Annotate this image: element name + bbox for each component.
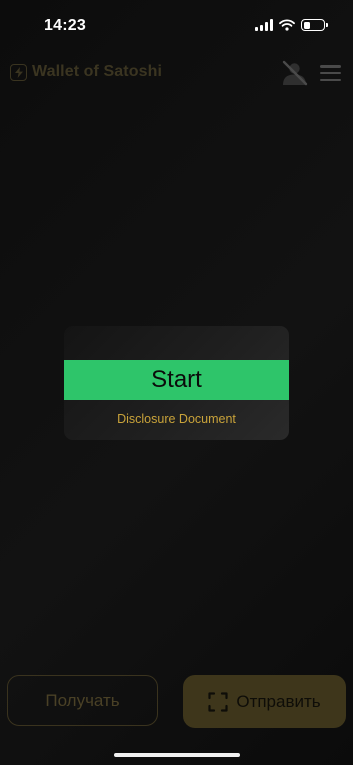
app-name: Wallet of Satoshi: [32, 63, 163, 80]
receive-button[interactable]: Получать: [7, 675, 158, 726]
cellular-signal-icon: [255, 19, 273, 31]
send-label: Отправить: [236, 691, 321, 711]
disclosure-document-link[interactable]: Disclosure Document: [64, 412, 289, 426]
scan-frame-icon: [208, 691, 228, 712]
status-bar: 14:23: [0, 0, 353, 52]
lightning-bolt-icon: [10, 63, 27, 81]
wifi-icon: [279, 19, 295, 31]
status-icons: [255, 19, 328, 31]
send-button[interactable]: Отправить: [183, 675, 346, 728]
app-logo: Wallet of Satoshi: [10, 63, 162, 81]
start-card: Start Disclosure Document: [64, 326, 289, 440]
app-header: Wallet of Satoshi: [0, 58, 353, 90]
user-offline-icon[interactable]: [281, 60, 308, 86]
home-indicator[interactable]: [114, 753, 240, 757]
hamburger-menu-icon[interactable]: [320, 65, 341, 81]
start-button[interactable]: Start: [64, 360, 289, 400]
receive-label: Получать: [45, 690, 120, 710]
battery-icon: [301, 19, 328, 31]
battery-fill: [303, 21, 310, 29]
status-time: 14:23: [44, 17, 86, 34]
